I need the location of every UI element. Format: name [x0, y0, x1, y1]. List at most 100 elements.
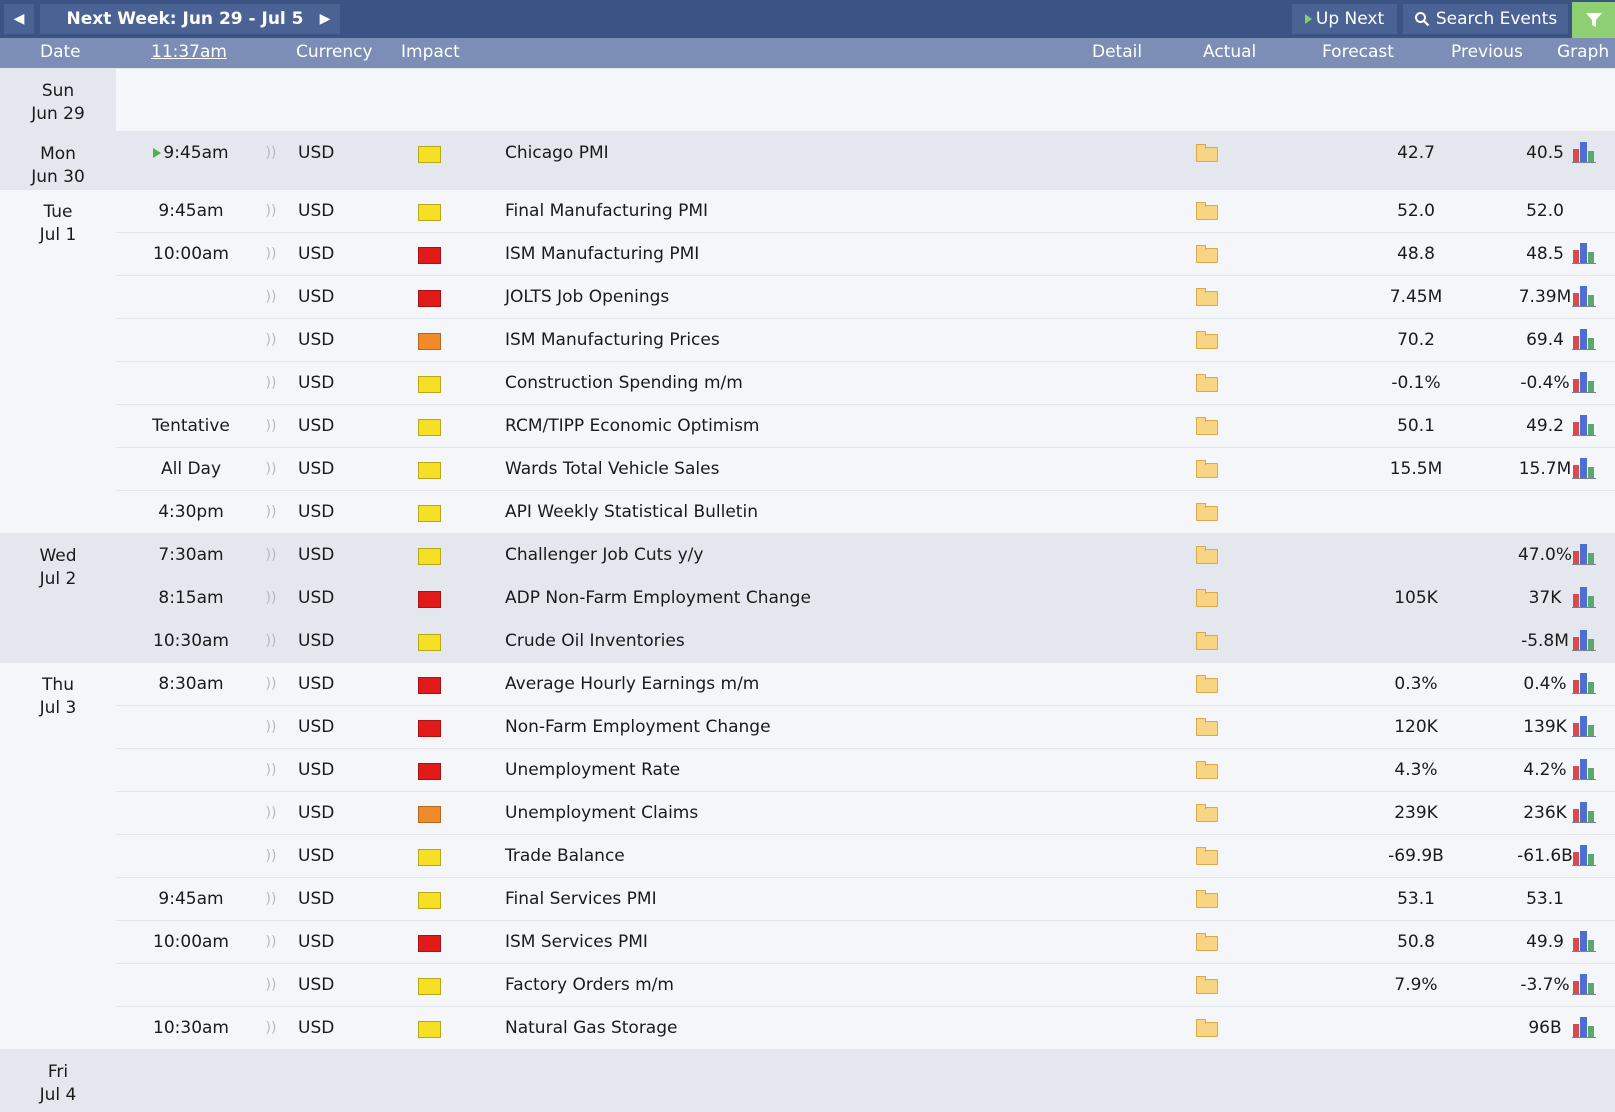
up-next-button[interactable]: Up Next — [1292, 4, 1397, 34]
event-title[interactable]: Natural Gas Storage — [505, 1007, 1065, 1049]
header-time-link[interactable]: 11:37am — [151, 42, 227, 62]
sound-alert-icon[interactable]: )) — [261, 448, 281, 490]
bar-chart-icon[interactable] — [1572, 964, 1598, 1006]
bar-chart-icon[interactable] — [1572, 663, 1598, 705]
sound-alert-icon[interactable]: )) — [261, 577, 281, 619]
sound-alert-icon[interactable]: )) — [261, 491, 281, 533]
detail-folder-icon[interactable] — [1196, 319, 1218, 361]
event-title[interactable]: ADP Non-Farm Employment Change — [505, 577, 1065, 619]
event-title[interactable]: Challenger Job Cuts y/y — [505, 534, 1065, 576]
detail-folder-icon[interactable] — [1196, 663, 1218, 705]
sound-alert-icon[interactable]: )) — [261, 964, 281, 1006]
event-row[interactable]: )) USD Non-Farm Employment Change 120K 139K — [116, 705, 1615, 748]
bar-chart-icon[interactable] — [1572, 620, 1598, 662]
event-row[interactable]: 10:00am)) USD ISM Manufacturing PMI 48.8 48.… — [116, 232, 1615, 275]
event-row[interactable]: )) USD Trade Balance -69.9B -61.6B — [116, 834, 1615, 877]
bar-chart-icon[interactable] — [1572, 233, 1598, 275]
event-row[interactable]: )) USD Construction Spending m/m -0.1% -0.4% — [116, 361, 1615, 404]
event-title[interactable]: Wards Total Vehicle Sales — [505, 448, 1065, 490]
event-row[interactable]: 9:45am)) USD Final Services PMI 53.1 53.1 — [116, 877, 1615, 920]
sound-alert-icon[interactable]: )) — [261, 663, 281, 705]
detail-folder-icon[interactable] — [1196, 835, 1218, 877]
bar-chart-icon[interactable] — [1572, 319, 1598, 361]
detail-folder-icon[interactable] — [1196, 1007, 1218, 1049]
bar-chart-icon[interactable] — [1572, 405, 1598, 447]
bar-chart-icon[interactable] — [1572, 749, 1598, 791]
sound-alert-icon[interactable]: )) — [261, 749, 281, 791]
sound-alert-icon[interactable]: )) — [261, 620, 281, 662]
bar-chart-icon[interactable] — [1572, 792, 1598, 834]
event-row[interactable]: 10:30am)) USD Crude Oil Inventories -5.8M — [116, 619, 1615, 662]
sound-alert-icon[interactable]: )) — [261, 792, 281, 834]
event-row[interactable]: 8:15am)) USD ADP Non-Farm Employment Chang… — [116, 576, 1615, 619]
bar-chart-icon[interactable] — [1572, 1007, 1598, 1049]
event-row[interactable]: 9:45am)) USD Final Manufacturing PMI 52.0 52… — [116, 190, 1615, 232]
event-row[interactable]: 10:30am)) USD Natural Gas Storage 96B — [116, 1006, 1615, 1049]
event-title[interactable]: Chicago PMI — [505, 132, 1065, 174]
event-title[interactable]: ISM Manufacturing PMI — [505, 233, 1065, 275]
sound-alert-icon[interactable]: )) — [261, 132, 281, 174]
detail-folder-icon[interactable] — [1196, 190, 1218, 232]
event-row[interactable]: 10:00am)) USD ISM Services PMI 50.8 49.9 — [116, 920, 1615, 963]
sound-alert-icon[interactable]: )) — [261, 362, 281, 404]
detail-folder-icon[interactable] — [1196, 491, 1218, 533]
detail-folder-icon[interactable] — [1196, 706, 1218, 748]
event-title[interactable]: Non-Farm Employment Change — [505, 706, 1065, 748]
sound-alert-icon[interactable]: )) — [261, 233, 281, 275]
event-title[interactable]: Unemployment Rate — [505, 749, 1065, 791]
detail-folder-icon[interactable] — [1196, 620, 1218, 662]
sound-alert-icon[interactable]: )) — [261, 276, 281, 318]
filter-button[interactable] — [1572, 2, 1615, 38]
detail-folder-icon[interactable] — [1196, 964, 1218, 1006]
event-row[interactable]: )) USD ISM Manufacturing Prices 70.2 69.4 — [116, 318, 1615, 361]
previous-week-button[interactable]: ◀ — [4, 4, 34, 34]
bar-chart-icon[interactable] — [1572, 577, 1598, 619]
event-title[interactable]: Average Hourly Earnings m/m — [505, 663, 1065, 705]
event-row[interactable]: )) USD Unemployment Rate 4.3% 4.2% — [116, 748, 1615, 791]
bar-chart-icon[interactable] — [1572, 132, 1598, 174]
sound-alert-icon[interactable]: )) — [261, 319, 281, 361]
sound-alert-icon[interactable]: )) — [261, 1007, 281, 1049]
detail-folder-icon[interactable] — [1196, 577, 1218, 619]
detail-folder-icon[interactable] — [1196, 233, 1218, 275]
event-title[interactable]: JOLTS Job Openings — [505, 276, 1065, 318]
detail-folder-icon[interactable] — [1196, 132, 1218, 174]
event-title[interactable]: ISM Services PMI — [505, 921, 1065, 963]
event-row[interactable]: 9:45am)) USD Chicago PMI 42.7 40.5 — [116, 132, 1615, 174]
event-title[interactable]: Crude Oil Inventories — [505, 620, 1065, 662]
event-title[interactable]: Final Services PMI — [505, 878, 1065, 920]
bar-chart-icon[interactable] — [1572, 534, 1598, 576]
detail-folder-icon[interactable] — [1196, 534, 1218, 576]
event-title[interactable]: Final Manufacturing PMI — [505, 190, 1065, 232]
sound-alert-icon[interactable]: )) — [261, 706, 281, 748]
event-title[interactable]: Trade Balance — [505, 835, 1065, 877]
sound-alert-icon[interactable]: )) — [261, 405, 281, 447]
bar-chart-icon[interactable] — [1572, 448, 1598, 490]
event-row[interactable]: 4:30pm)) USD API Weekly Statistical Bullet… — [116, 490, 1615, 533]
event-title[interactable]: Unemployment Claims — [505, 792, 1065, 834]
bar-chart-icon[interactable] — [1572, 362, 1598, 404]
event-row[interactable]: )) USD JOLTS Job Openings 7.45M 7.39M — [116, 275, 1615, 318]
bar-chart-icon[interactable] — [1572, 921, 1598, 963]
week-title[interactable]: Next Week: Jun 29 - Jul 5 — [40, 4, 330, 34]
next-week-button[interactable]: ▶ — [310, 4, 340, 34]
sound-alert-icon[interactable]: )) — [261, 534, 281, 576]
event-title[interactable]: ISM Manufacturing Prices — [505, 319, 1065, 361]
detail-folder-icon[interactable] — [1196, 792, 1218, 834]
event-title[interactable]: Factory Orders m/m — [505, 964, 1065, 1006]
detail-folder-icon[interactable] — [1196, 405, 1218, 447]
sound-alert-icon[interactable]: )) — [261, 921, 281, 963]
detail-folder-icon[interactable] — [1196, 276, 1218, 318]
detail-folder-icon[interactable] — [1196, 749, 1218, 791]
event-row[interactable]: Tentative)) USD RCM/TIPP Economic Optimism… — [116, 404, 1615, 447]
event-row[interactable]: 7:30am)) USD Challenger Job Cuts y/y 47.0% — [116, 534, 1615, 576]
event-row[interactable]: )) USD Unemployment Claims 239K 236K — [116, 791, 1615, 834]
detail-folder-icon[interactable] — [1196, 448, 1218, 490]
event-row[interactable]: All Day)) USD Wards Total Vehicle Sales 15.… — [116, 447, 1615, 490]
event-title[interactable]: Construction Spending m/m — [505, 362, 1065, 404]
detail-folder-icon[interactable] — [1196, 362, 1218, 404]
bar-chart-icon[interactable] — [1572, 835, 1598, 877]
sound-alert-icon[interactable]: )) — [261, 835, 281, 877]
event-row[interactable]: )) USD Factory Orders m/m 7.9% -3.7% — [116, 963, 1615, 1006]
detail-folder-icon[interactable] — [1196, 878, 1218, 920]
